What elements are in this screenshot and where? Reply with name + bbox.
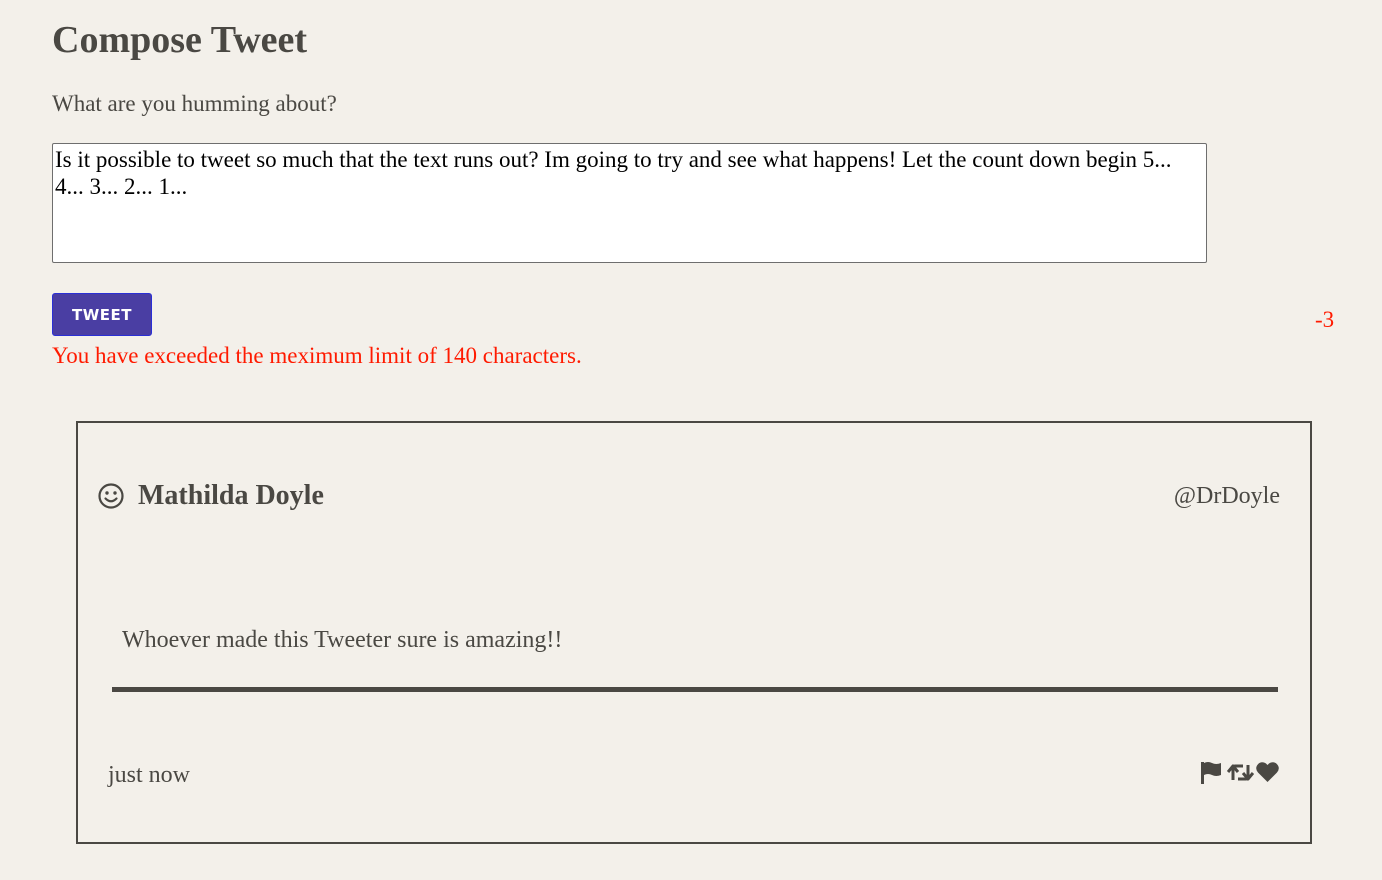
tweet-textarea[interactable]: Is it possible to tweet so much that the… bbox=[52, 143, 1207, 263]
compose-label: What are you humming about? bbox=[52, 91, 337, 116]
author-name: Mathilda Doyle bbox=[138, 480, 324, 511]
flag-icon[interactable] bbox=[1199, 760, 1224, 785]
tweet-timestamp: just now bbox=[108, 762, 191, 788]
author-handle: @DrDoyle bbox=[1173, 483, 1280, 509]
tweet-body: Whoever made this Tweeter sure is amazin… bbox=[122, 627, 563, 653]
error-message: You have exceeded the meximum limit of 1… bbox=[52, 343, 582, 368]
heart-icon[interactable] bbox=[1255, 760, 1280, 785]
tweet-actions bbox=[1199, 760, 1280, 785]
tweet-divider bbox=[112, 687, 1278, 692]
tweet-button[interactable]: TWEET bbox=[52, 293, 152, 336]
compose-title: Compose Tweet bbox=[52, 19, 308, 61]
smiley-face-icon bbox=[97, 482, 125, 510]
character-counter: -3 bbox=[1315, 307, 1335, 332]
retweet-icon[interactable] bbox=[1227, 760, 1254, 785]
tweet-card: Mathilda Doyle @DrDoyle Whoever made thi… bbox=[76, 421, 1312, 844]
